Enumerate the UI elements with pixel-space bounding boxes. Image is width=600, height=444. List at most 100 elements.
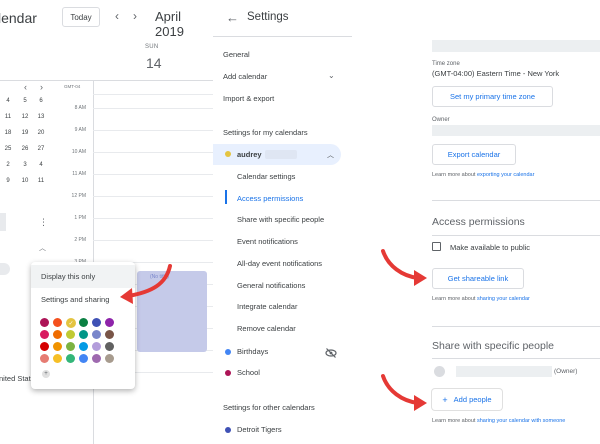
more-vert-icon[interactable]: ⋮ — [39, 217, 48, 228]
color-swatch[interactable] — [53, 354, 62, 363]
month-label: April 2019 — [155, 9, 184, 39]
hour-gridline — [93, 94, 213, 95]
mini-day[interactable]: 25 — [2, 146, 14, 152]
mini-day[interactable]: 11 — [2, 114, 14, 120]
color-swatch[interactable] — [79, 330, 88, 339]
sidebar-item-school[interactable]: School — [237, 368, 260, 377]
annotation-arrow-icon — [381, 249, 427, 286]
color-swatch[interactable] — [79, 318, 88, 327]
mini-day[interactable]: 9 — [2, 178, 14, 184]
owner-email — [456, 366, 552, 377]
color-swatch[interactable] — [40, 318, 49, 327]
sidebar-subitem-remove-calendar[interactable]: Remove calendar — [237, 324, 296, 333]
color-swatch[interactable] — [105, 318, 114, 327]
add-people-button[interactable]: + Add people — [432, 389, 502, 410]
mini-day[interactable]: 4 — [35, 162, 47, 168]
arrow-left-icon[interactable]: ← — [226, 10, 239, 25]
time-zone-value[interactable]: (GMT-04:00) Eastern Time - New York — [432, 69, 559, 78]
next-chevron-icon[interactable]: › — [133, 9, 137, 23]
nav-general[interactable]: General — [223, 50, 250, 59]
description-field[interactable] — [432, 40, 600, 52]
color-swatch[interactable] — [92, 318, 101, 327]
color-swatch[interactable] — [92, 330, 101, 339]
mini-prev-chevron-icon[interactable]: ‹ — [24, 82, 27, 92]
color-swatch[interactable] — [105, 330, 114, 339]
mini-day[interactable]: 18 — [2, 130, 14, 136]
color-swatch[interactable] — [53, 330, 62, 339]
set-primary-timezone-button[interactable]: Set my primary time zone — [432, 86, 553, 107]
app-title: lendar — [0, 10, 37, 26]
get-shareable-link-button[interactable]: Get shareable link — [432, 268, 524, 289]
add-help-link[interactable]: sharing your calendar with someone — [477, 418, 565, 424]
search-people-field[interactable] — [0, 213, 6, 231]
color-swatch[interactable] — [53, 342, 62, 351]
section-divider — [432, 235, 600, 236]
sidebar-subitem-all-day-event-notifications[interactable]: All-day event notifications — [237, 259, 322, 268]
add-help-prefix: Learn more about — [432, 418, 477, 424]
calendar-panel: lendar Today ‹ › April 2019 SUN 14 GMT-0… — [0, 0, 213, 444]
visibility-off-icon[interactable] — [325, 345, 337, 358]
audrey-label: audrey — [237, 150, 262, 159]
color-swatch[interactable] — [105, 354, 114, 363]
sidebar-subitem-general-notifications[interactable]: General notifications — [237, 281, 305, 290]
sidebar-subitem-access-permissions[interactable]: Access permissions — [237, 194, 303, 203]
mini-day[interactable]: 19 — [19, 130, 31, 136]
color-swatch[interactable] — [66, 354, 75, 363]
chevron-up-icon[interactable]: ︿ — [327, 150, 334, 160]
mini-day[interactable]: 6 — [35, 98, 47, 104]
mini-day[interactable]: 26 — [19, 146, 31, 152]
audrey-color-dot — [225, 151, 231, 157]
section-divider — [432, 358, 600, 359]
mini-day[interactable]: 2 — [2, 162, 14, 168]
day-number[interactable]: 14 — [146, 55, 162, 71]
nav-import-export[interactable]: Import & export — [223, 94, 274, 103]
color-swatch[interactable] — [40, 342, 49, 351]
chevron-up-icon[interactable]: ︿ — [39, 243, 46, 253]
color-swatch[interactable]: ✓ — [66, 318, 76, 328]
time-zone-label: Time zone — [432, 61, 460, 67]
calendar-list-highlight[interactable] — [0, 263, 10, 275]
color-swatch[interactable] — [53, 318, 62, 327]
color-swatch[interactable] — [79, 354, 88, 363]
today-button[interactable]: Today — [62, 7, 100, 27]
mini-day[interactable]: 20 — [35, 130, 47, 136]
chevron-down-icon[interactable]: ⌄ — [328, 71, 335, 80]
hour-gridline — [93, 240, 213, 241]
sidebar-subitem-share-with-specific-people[interactable]: Share with specific people — [237, 215, 324, 224]
mini-day[interactable]: 13 — [35, 114, 47, 120]
annotation-arrow-icon — [381, 374, 427, 411]
hour-gridline — [93, 218, 213, 219]
mini-day[interactable]: 3 — [19, 162, 31, 168]
color-swatch[interactable] — [66, 330, 75, 339]
hour-gridline — [93, 196, 213, 197]
sidebar-item-birthdays[interactable]: Birthdays — [237, 347, 268, 356]
mini-day[interactable]: 27 — [35, 146, 47, 152]
share-help-link[interactable]: sharing your calendar — [477, 296, 530, 302]
color-swatch[interactable] — [79, 342, 88, 351]
hour-label: 2 PM — [74, 237, 86, 243]
color-swatch[interactable] — [92, 342, 101, 351]
mini-next-chevron-icon[interactable]: › — [40, 82, 43, 92]
mini-day[interactable]: 10 — [19, 178, 31, 184]
mini-day[interactable]: 5 — [19, 98, 31, 104]
color-swatch[interactable] — [92, 354, 101, 363]
color-swatch[interactable] — [105, 342, 114, 351]
prev-chevron-icon[interactable]: ‹ — [115, 9, 119, 23]
nav-add-calendar[interactable]: Add calendar — [223, 72, 267, 81]
export-help-link[interactable]: exporting your calendar — [477, 172, 534, 178]
owner-label: Owner — [432, 117, 450, 123]
sidebar-item-detroit-tigers[interactable]: Detroit Tigers — [237, 425, 282, 434]
color-swatch[interactable] — [40, 330, 49, 339]
make-public-checkbox[interactable] — [432, 242, 441, 251]
sidebar-subitem-calendar-settings[interactable]: Calendar settings — [237, 172, 295, 181]
custom-color-icon[interactable]: + — [42, 370, 50, 378]
mini-day[interactable]: 11 — [35, 178, 47, 184]
sidebar-subitem-event-notifications[interactable]: Event notifications — [237, 237, 298, 246]
color-swatch[interactable] — [66, 342, 75, 351]
mini-day[interactable]: 12 — [19, 114, 31, 120]
sidebar-subitem-integrate-calendar[interactable]: Integrate calendar — [237, 302, 297, 311]
color-swatch[interactable] — [40, 354, 49, 363]
export-calendar-button[interactable]: Export calendar — [432, 144, 516, 165]
mini-day[interactable]: 4 — [2, 98, 14, 104]
holiday-calendar-label[interactable]: nited State — [0, 374, 35, 383]
